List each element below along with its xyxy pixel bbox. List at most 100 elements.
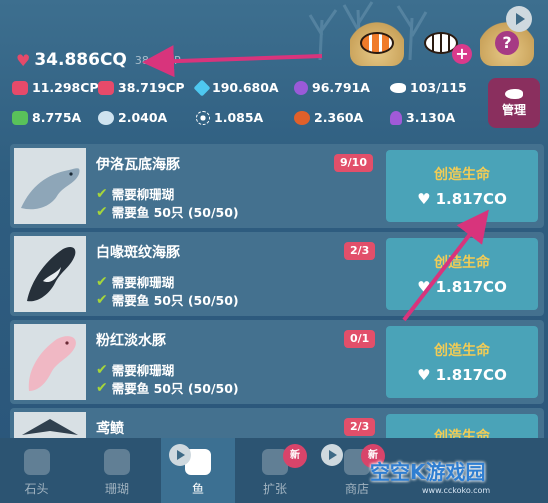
create-button-title: 创造生命 (434, 343, 490, 359)
resource-item: 38.719CP (98, 80, 196, 95)
seahorse-icon (390, 110, 402, 125)
resource-value: 103/115 (410, 80, 467, 95)
heart-icon: ♥ (417, 190, 431, 208)
fish-icon (505, 88, 523, 99)
clownfish-shell-button[interactable] (350, 20, 404, 66)
check-icon: ✔ (96, 273, 108, 290)
heart-clock-icon (98, 80, 114, 95)
fish-icon (390, 82, 406, 93)
resource-item: 96.791A (294, 80, 390, 95)
check-icon: ✔ (96, 361, 108, 378)
question-icon: ? (495, 31, 519, 55)
list-item: 粉红淡水豚 ✔ 需要柳珊瑚 ✔ 需要鱼 50只 (50/50) 0/1 创造生命… (10, 320, 544, 404)
resource-value: 2.360A (314, 110, 364, 125)
item-name: 鸢鲼 (96, 421, 124, 437)
nav-label: 商店 (344, 482, 369, 496)
check-icon: ✔ (96, 291, 108, 308)
resource-value: 1.085A (214, 110, 264, 125)
resource-value: 11.298CP (32, 80, 99, 95)
dolphin-icon (21, 168, 80, 210)
top-icon-bar: + ? (350, 6, 540, 70)
plus-icon: + (452, 44, 472, 64)
resource-item: 11.298CP (12, 80, 99, 95)
urchin-icon (196, 110, 210, 125)
main-currency-rate: 38.19CP (134, 53, 181, 67)
add-fish-button[interactable]: + (414, 20, 472, 66)
manage-button[interactable]: 管理 (488, 78, 540, 128)
requirement: ✔ 需要鱼 50只 (50/50) (96, 202, 239, 221)
resource-value: 8.775A (32, 110, 82, 125)
nav-label: 石头 (24, 482, 49, 496)
requirement: ✔ 需要鱼 50只 (50/50) (96, 378, 239, 397)
resource-item: 2.360A (294, 110, 390, 125)
create-button-price: ♥ 1.817CO (417, 366, 507, 384)
shell-icon (98, 110, 114, 125)
requirement-text: 需要鱼 50只 (50/50) (111, 205, 239, 220)
nav-stone[interactable]: 石头 (0, 438, 73, 503)
requirement: ✔ 需要柳珊瑚 (96, 184, 174, 203)
nav-fish[interactable]: 鱼 (161, 438, 235, 503)
requirement-text: 需要柳珊瑚 (111, 275, 175, 290)
resource-value: 3.130A (406, 110, 456, 125)
create-life-button[interactable]: 创造生命 ♥ 1.817CO (386, 326, 538, 398)
play-icon (321, 444, 343, 466)
purple-orb-icon (294, 80, 308, 95)
count-badge: 9/10 (334, 154, 373, 172)
video-play-button[interactable] (506, 6, 532, 32)
create-life-button[interactable]: 创造生命 ♥ 1.817CO (386, 238, 538, 310)
stone-icon (23, 449, 50, 475)
resource-value: 190.680A (212, 80, 279, 95)
create-button-title: 创造生命 (434, 255, 490, 271)
nav-label: 扩张 (262, 482, 287, 496)
requirement: ✔ 需要柳珊瑚 (96, 360, 174, 379)
new-badge: 新 (283, 444, 307, 468)
main-currency-value: 34.886CQ (34, 50, 127, 70)
resource-item: 2.040A (98, 110, 196, 125)
create-button-price: ♥ 1.817CO (417, 190, 507, 208)
price-value: 1.817CO (435, 190, 507, 208)
price-value: 1.817CO (435, 366, 507, 384)
item-name: 白喙斑纹海豚 (96, 245, 180, 261)
lobster-icon (294, 110, 310, 125)
requirement-text: 需要柳珊瑚 (111, 187, 175, 202)
resource-item: 8.775A (12, 110, 98, 125)
dolphin-thumbnail (14, 148, 86, 224)
resource-value: 38.719CP (118, 80, 185, 95)
resource-item: 103/115 (390, 80, 480, 95)
heart-icon: ♥ (16, 50, 31, 70)
nav-expand[interactable]: 新 扩张 (235, 438, 315, 503)
play-icon (169, 444, 191, 466)
requirement-text: 需要柳珊瑚 (111, 363, 175, 378)
main-currency: ♥ 34.886CQ 38.19CP (16, 50, 181, 70)
count-badge: 2/3 (344, 242, 376, 260)
requirement-text: 需要鱼 50只 (50/50) (111, 381, 239, 396)
resource-value: 96.791A (312, 80, 370, 95)
heart-icon: ♥ (417, 278, 431, 296)
dolphin-icon (28, 336, 76, 391)
price-value: 1.817CO (435, 278, 507, 296)
nav-coral[interactable]: 珊瑚 (73, 438, 161, 503)
create-life-button[interactable]: 创造生命 ♥ 1.817CO (386, 150, 538, 222)
hand-heart-icon (12, 80, 28, 95)
resource-item: 3.130A (390, 110, 480, 125)
watermark-url: www.cckoko.com (422, 486, 491, 495)
resource-item: 1.085A (196, 110, 294, 125)
list-item: 伊洛瓦底海豚 ✔ 需要柳珊瑚 ✔ 需要鱼 50只 (50/50) 9/10 创造… (10, 144, 544, 228)
requirement: ✔ 需要柳珊瑚 (96, 272, 174, 291)
item-name: 伊洛瓦底海豚 (96, 157, 180, 173)
dolphin-icon (27, 247, 76, 302)
site-watermark: 空空K游戏园 www.cckoko.com (370, 456, 490, 495)
nav-label: 鱼 (191, 482, 204, 496)
watermark-text: 空空K游戏园 (370, 460, 486, 484)
create-button-price: ♥ 1.817CO (417, 278, 507, 296)
item-name: 粉红淡水豚 (96, 333, 166, 349)
coral-icon (104, 449, 130, 475)
list-item: 白喙斑纹海豚 ✔ 需要柳珊瑚 ✔ 需要鱼 50只 (50/50) 2/3 创造生… (10, 232, 544, 316)
check-icon: ✔ (96, 185, 108, 202)
count-badge: 0/1 (344, 330, 376, 348)
dolphin-thumbnail (14, 236, 86, 312)
clownfish-icon (360, 32, 394, 54)
dolphin-thumbnail (14, 324, 86, 400)
check-icon: ✔ (96, 379, 108, 396)
count-badge: 2/3 (344, 418, 376, 436)
